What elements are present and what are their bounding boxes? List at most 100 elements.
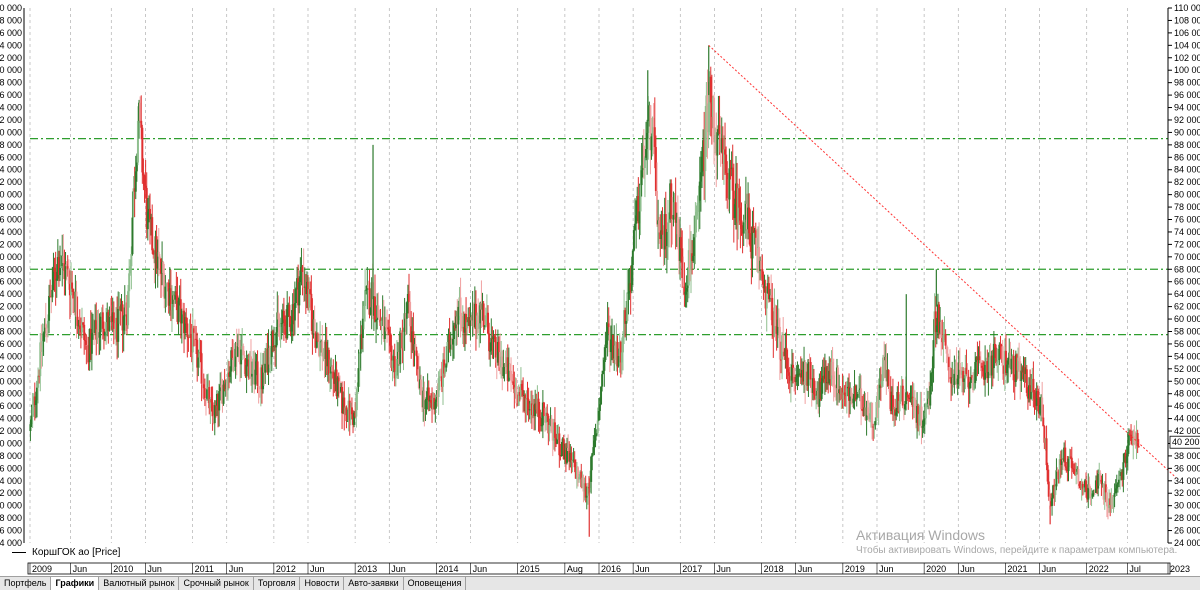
time-tick-label: Jun	[1042, 564, 1057, 574]
candle-body	[482, 303, 485, 327]
tab-charts[interactable]: Графики	[51, 577, 100, 590]
y-tick-label-left: 72 000	[0, 239, 22, 249]
candle-body	[632, 230, 635, 251]
y-tick-label-right: 72 000	[1174, 239, 1200, 249]
time-tick-label: Jun	[73, 564, 88, 574]
y-tick-label-right: 30 000	[1174, 501, 1200, 511]
y-tick-label-right: 76 000	[1174, 215, 1200, 225]
y-tick-label-left: 52 000	[0, 364, 22, 374]
last-price-label: 40 200	[1172, 437, 1200, 447]
y-tick-label-left: 106 000	[0, 28, 22, 38]
candle-body	[211, 402, 214, 417]
y-tick-label-left: 54 000	[0, 351, 22, 361]
tab-alerts[interactable]: Оповещения	[403, 577, 467, 590]
time-tick-label: 2015	[520, 564, 540, 574]
time-tick-label: 2023	[1170, 564, 1190, 574]
y-tick-label-left: 102 000	[0, 53, 22, 63]
y-tick-label-right: 46 000	[1174, 401, 1200, 411]
candle-body	[494, 337, 497, 358]
y-tick-label-right: 26 000	[1174, 526, 1200, 536]
candle-body	[373, 296, 376, 322]
time-tick-label: Jun	[960, 564, 975, 574]
y-tick-label-left: 78 000	[0, 202, 22, 212]
y-tick-label-right: 70 000	[1174, 252, 1200, 262]
time-tick-label: 2018	[764, 564, 784, 574]
y-tick-label-right: 82 000	[1174, 177, 1200, 187]
candle-body	[152, 250, 155, 255]
candle-body	[294, 288, 297, 304]
y-tick-label-right: 36 000	[1174, 463, 1200, 473]
tab-futures-market[interactable]: Срочный рынок	[179, 577, 254, 590]
time-tick-label: Jun	[229, 564, 244, 574]
y-tick-label-left: 38 000	[0, 451, 22, 461]
candle-body	[1105, 492, 1108, 507]
candle-body	[288, 304, 291, 317]
y-tick-label-left: 74 000	[0, 227, 22, 237]
time-tick-label: 2019	[845, 564, 865, 574]
time-tick-label: Jul	[1129, 564, 1141, 574]
y-tick-label-right: 34 000	[1174, 476, 1200, 486]
candle-body	[556, 439, 559, 444]
watermark-title: Активация Windows	[856, 527, 986, 543]
y-tick-label-left: 108 000	[0, 15, 22, 25]
y-tick-label-right: 52 000	[1174, 364, 1200, 374]
candle-body	[809, 361, 812, 380]
y-tick-label-left: 28 000	[0, 513, 22, 523]
time-tick-label: 2016	[601, 564, 621, 574]
y-tick-label-left: 70 000	[0, 252, 22, 262]
time-tick-label: Jun	[310, 564, 325, 574]
y-tick-label-left: 36 000	[0, 463, 22, 473]
chart-legend: КоршГОК ао [Price]	[12, 547, 120, 558]
y-tick-label-left: 46 000	[0, 401, 22, 411]
tab-trading[interactable]: Торговля	[253, 577, 301, 590]
y-tick-label-left: 98 000	[0, 78, 22, 88]
legend-swatch	[12, 552, 26, 553]
time-tick-label: 2011	[195, 564, 214, 574]
y-tick-label-left: 44 000	[0, 414, 22, 424]
bottom-tab-bar: Портфель Графики Валютный рынок Срочный …	[0, 576, 1200, 590]
y-tick-label-left: 90 000	[0, 127, 22, 137]
y-tick-label-right: 60 000	[1174, 314, 1200, 324]
y-tick-label-right: 110 000	[1174, 3, 1200, 13]
time-tick-label: Jun	[716, 564, 731, 574]
y-tick-label-right: 32 000	[1174, 488, 1200, 498]
tab-portfolio[interactable]: Портфель	[0, 577, 52, 590]
candle-body	[596, 420, 599, 434]
candle-body	[131, 217, 134, 255]
tab-currency-market[interactable]: Валютный рынок	[99, 577, 180, 590]
time-tick-label: Jun	[391, 564, 406, 574]
y-tick-label-right: 80 000	[1174, 190, 1200, 200]
windows-activation-watermark: Активация Windows Чтобы активировать Win…	[856, 527, 1177, 556]
y-tick-label-left: 64 000	[0, 289, 22, 299]
price-chart[interactable]: 24 00024 00026 00026 00028 00028 00030 0…	[0, 0, 1200, 576]
y-tick-label-left: 82 000	[0, 177, 22, 187]
candle-body	[598, 404, 601, 411]
candle-body	[313, 319, 316, 334]
y-tick-label-right: 42 000	[1174, 426, 1200, 436]
y-tick-label-left: 30 000	[0, 501, 22, 511]
candle-body	[315, 340, 318, 348]
y-tick-label-left: 42 000	[0, 426, 22, 436]
y-tick-label-right: 68 000	[1174, 264, 1200, 274]
tab-auto-orders[interactable]: Авто-заявки	[344, 577, 404, 590]
y-tick-label-left: 48 000	[0, 389, 22, 399]
y-tick-label-left: 26 000	[0, 526, 22, 536]
time-tick-label: Jun	[147, 564, 162, 574]
candle-body	[128, 273, 131, 292]
time-tick-label: 2020	[926, 564, 946, 574]
y-tick-label-right: 84 000	[1174, 165, 1200, 175]
time-tick-label: 2009	[32, 564, 52, 574]
tab-news[interactable]: Новости	[300, 577, 345, 590]
candle-body	[1051, 497, 1054, 506]
y-tick-label-right: 28 000	[1174, 513, 1200, 523]
chart-window: 24 00024 00026 00026 00028 00028 00030 0…	[0, 0, 1200, 590]
y-tick-label-right: 38 000	[1174, 451, 1200, 461]
y-tick-label-right: 48 000	[1174, 389, 1200, 399]
candle-body	[1122, 462, 1125, 480]
y-tick-label-left: 66 000	[0, 277, 22, 287]
y-tick-label-right: 92 000	[1174, 115, 1200, 125]
time-tick-label: 2021	[1007, 564, 1027, 574]
y-tick-label-left: 56 000	[0, 339, 22, 349]
y-tick-label-right: 56 000	[1174, 339, 1200, 349]
candle-body	[59, 267, 62, 276]
